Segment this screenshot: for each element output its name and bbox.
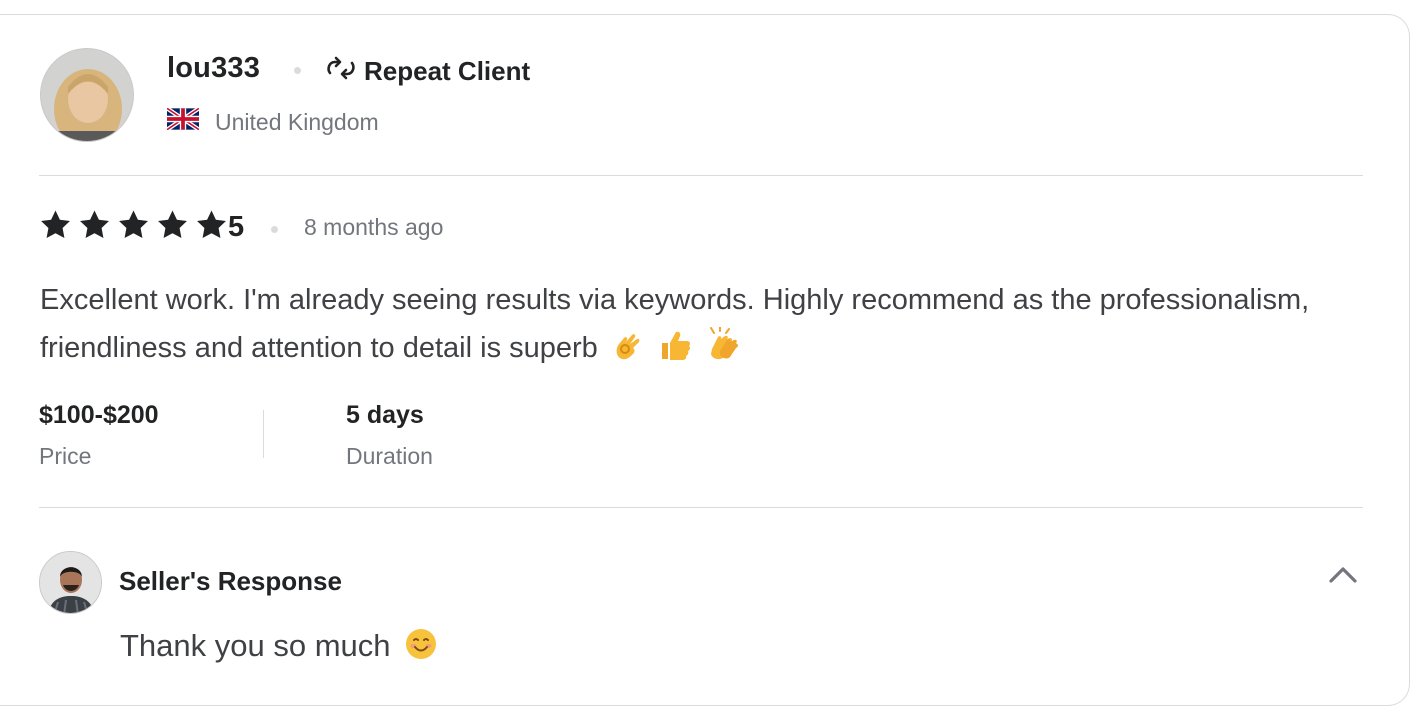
meta-separator xyxy=(263,410,264,458)
ok-hand-emoji xyxy=(612,328,644,376)
separator-dot xyxy=(271,226,278,233)
seller-response-text: Thank you so much xyxy=(120,628,437,668)
duration-value: 5 days xyxy=(346,401,424,429)
duration-label: Duration xyxy=(346,443,433,469)
repeat-client-label: Repeat Client xyxy=(364,56,531,86)
reviewer-avatar[interactable] xyxy=(40,48,134,142)
clapping-hands-emoji xyxy=(706,326,742,376)
repeat-client-badge: Repeat Client xyxy=(324,54,530,89)
rating-value: 5 xyxy=(228,211,245,243)
star-rating xyxy=(38,208,229,247)
star-icon xyxy=(116,208,151,247)
response-divider xyxy=(39,507,1363,508)
star-icon xyxy=(194,208,229,247)
star-icon xyxy=(77,208,112,247)
seller-response-title: Seller's Response xyxy=(119,566,342,596)
seller-avatar[interactable] xyxy=(39,551,102,614)
star-icon xyxy=(155,208,190,247)
review-time: 8 months ago xyxy=(304,214,444,240)
country-name: United Kingdom xyxy=(215,108,379,135)
chevron-up-icon xyxy=(1326,567,1360,592)
price-label: Price xyxy=(39,443,92,469)
reviewer-username[interactable]: lou333 xyxy=(167,52,260,85)
uk-flag-icon xyxy=(165,106,201,136)
seller-response-body: Thank you so much xyxy=(120,628,391,663)
price-value: $100-$200 xyxy=(39,401,159,429)
header-divider xyxy=(39,175,1363,176)
reviewer-country: United Kingdom xyxy=(165,106,379,136)
thumbs-up-emoji xyxy=(658,328,692,376)
repeat-icon xyxy=(324,54,358,89)
collapse-response-button[interactable] xyxy=(1326,562,1360,588)
smiling-face-emoji xyxy=(405,628,437,668)
star-icon xyxy=(38,208,73,247)
review-text: Excellent work. I'm already seeing resul… xyxy=(40,276,1340,376)
separator-dot xyxy=(294,67,301,74)
